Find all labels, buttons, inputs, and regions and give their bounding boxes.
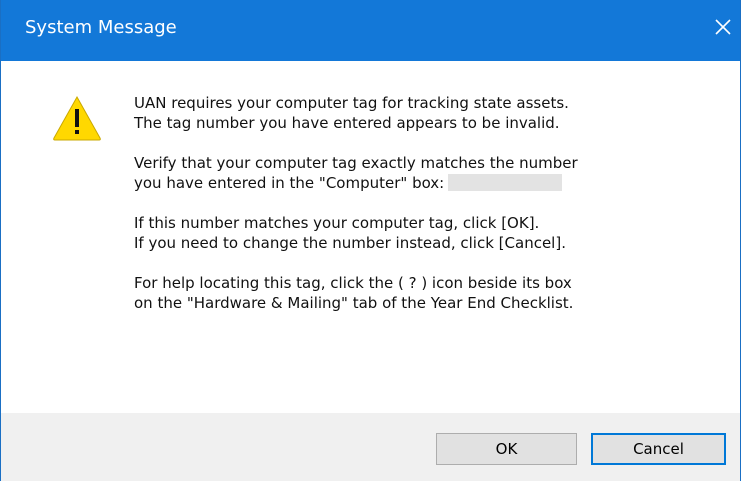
message-line: Verify that your computer tag exactly ma… <box>134 154 578 172</box>
warning-icon <box>53 95 101 141</box>
message-line: UAN requires your computer tag for track… <box>134 94 569 112</box>
message-line: If you need to change the number instead… <box>134 234 566 252</box>
cancel-button[interactable]: Cancel <box>591 433 726 465</box>
system-message-dialog: System Message UAN requires your compute… <box>0 0 741 481</box>
message-line: The tag number you have entered appears … <box>134 114 560 132</box>
close-button[interactable] <box>706 0 740 61</box>
redacted-computer-tag <box>448 174 563 191</box>
message-line-with-value: you have entered in the "Computer" box: <box>134 173 724 193</box>
button-bar: OK Cancel <box>1 413 740 481</box>
dialog-content: UAN requires your computer tag for track… <box>1 61 740 413</box>
message-paragraph-3: If this number matches your computer tag… <box>134 213 724 253</box>
message-line: If this number matches your computer tag… <box>134 214 540 232</box>
message-line: For help locating this tag, click the ( … <box>134 274 572 292</box>
close-icon <box>715 19 731 35</box>
message-text: UAN requires your computer tag for track… <box>134 93 724 333</box>
ok-button[interactable]: OK <box>436 433 577 465</box>
window-title: System Message <box>25 17 177 38</box>
message-line: on the "Hardware & Mailing" tab of the Y… <box>134 294 574 312</box>
message-paragraph-4: For help locating this tag, click the ( … <box>134 273 724 313</box>
message-line: you have entered in the "Computer" box: <box>134 174 445 192</box>
message-paragraph-2: Verify that your computer tag exactly ma… <box>134 153 724 193</box>
message-paragraph-1: UAN requires your computer tag for track… <box>134 93 724 133</box>
title-bar[interactable]: System Message <box>1 0 740 61</box>
